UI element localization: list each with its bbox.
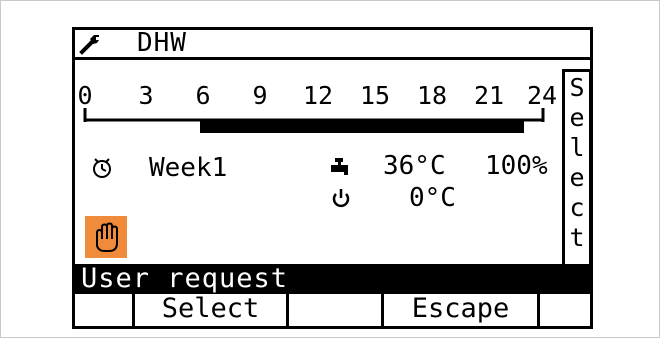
clock-icon <box>93 158 111 178</box>
program-name: Week1 <box>149 153 228 183</box>
power-temperature: 0°C <box>409 183 456 213</box>
status-bar: User request <box>75 264 590 294</box>
select-side-button[interactable]: S e l e c t <box>562 69 590 271</box>
select-letter: c <box>569 193 585 222</box>
power-icon <box>332 189 350 208</box>
active-hours-bar <box>199 121 524 133</box>
softkey-1[interactable] <box>75 294 132 324</box>
softkey-5[interactable] <box>540 294 590 324</box>
hand-icon <box>96 222 118 252</box>
select-letter: l <box>569 133 585 162</box>
softkey-3[interactable] <box>289 294 381 324</box>
status-message: User request <box>81 263 289 294</box>
manual-mode-button[interactable] <box>85 216 127 258</box>
dhw-percent: 100% <box>485 151 548 181</box>
faucet-icon <box>331 158 348 175</box>
softkey-select[interactable]: Select <box>135 294 286 324</box>
wrench-icon <box>79 35 99 55</box>
softkey-escape[interactable]: Escape <box>384 294 537 324</box>
select-letter: e <box>569 163 585 192</box>
select-letter: S <box>569 73 585 102</box>
lcd-screen: DHW 0 3 6 9 12 15 18 21 24 S e l e c t W… <box>72 27 593 329</box>
select-letter: t <box>569 223 585 252</box>
dhw-temperature: 36°C <box>383 151 446 181</box>
softkey-row: Select Escape <box>75 294 590 326</box>
title-bar: DHW <box>75 30 590 60</box>
select-letter: e <box>569 103 585 132</box>
page-title: DHW <box>137 28 187 58</box>
